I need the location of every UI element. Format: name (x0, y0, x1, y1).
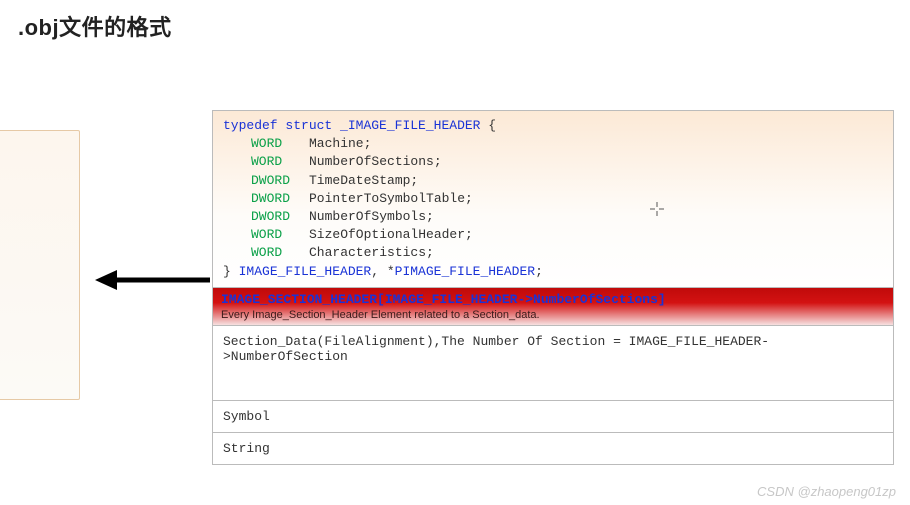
code-line: DWORDPointerToSymbolTable; (223, 190, 883, 208)
keyword-struct: struct (285, 118, 332, 133)
code-line: DWORDTimeDateStamp; (223, 172, 883, 190)
field-type: DWORD (251, 190, 309, 208)
separator: , * (371, 264, 394, 279)
field-type: WORD (251, 226, 309, 244)
obj-format-diagram: typedef struct _IMAGE_FILE_HEADER { WORD… (212, 110, 894, 465)
brace-close: } (223, 264, 239, 279)
field-type: WORD (251, 135, 309, 153)
section-header-band: IMAGE_SECTION_HEADER[IMAGE_FILE_HEADER->… (213, 288, 893, 326)
field-name: PointerToSymbolTable; (309, 191, 473, 206)
code-line: DWORDNumberOfSymbols; (223, 208, 883, 226)
code-line: typedef struct _IMAGE_FILE_HEADER { (223, 117, 883, 135)
keyword-typedef: typedef (223, 118, 278, 133)
field-name: TimeDateStamp; (309, 173, 418, 188)
field-name: Machine; (309, 136, 371, 151)
field-type: DWORD (251, 208, 309, 226)
field-type: DWORD (251, 172, 309, 190)
code-line: WORDNumberOfSections; (223, 153, 883, 171)
code-line: } IMAGE_FILE_HEADER, *PIMAGE_FILE_HEADER… (223, 263, 883, 281)
symbol-cell: Symbol (213, 401, 893, 433)
typedef-name: IMAGE_FILE_HEADER (239, 264, 372, 279)
brace-open: { (488, 118, 496, 133)
page-title: .obj文件的格式 (18, 10, 172, 42)
field-type: WORD (251, 153, 309, 171)
watermark: CSDN @zhaopeng01zp (757, 484, 896, 499)
section-header-expr: IMAGE_SECTION_HEADER[IMAGE_FILE_HEADER->… (221, 292, 885, 307)
section-data-cell: Section_Data(FileAlignment),The Number O… (213, 326, 893, 401)
field-name: NumberOfSymbols; (309, 209, 434, 224)
field-name: SizeOfOptionalHeader; (309, 227, 473, 242)
semicolon: ; (535, 264, 543, 279)
left-placeholder-box (0, 130, 80, 400)
string-cell: String (213, 433, 893, 464)
section-header-desc: Every Image_Section_Header Element relat… (221, 309, 885, 321)
code-line: WORDMachine; (223, 135, 883, 153)
field-name: Characteristics; (309, 245, 434, 260)
field-type: WORD (251, 244, 309, 262)
field-name: NumberOfSections; (309, 154, 442, 169)
typedef-ptr-name: PIMAGE_FILE_HEADER (395, 264, 535, 279)
struct-definition: typedef struct _IMAGE_FILE_HEADER { WORD… (213, 111, 893, 288)
arrow-left-icon (95, 265, 215, 295)
code-line: WORDSizeOfOptionalHeader; (223, 226, 883, 244)
struct-name: _IMAGE_FILE_HEADER (340, 118, 480, 133)
code-line: WORDCharacteristics; (223, 244, 883, 262)
